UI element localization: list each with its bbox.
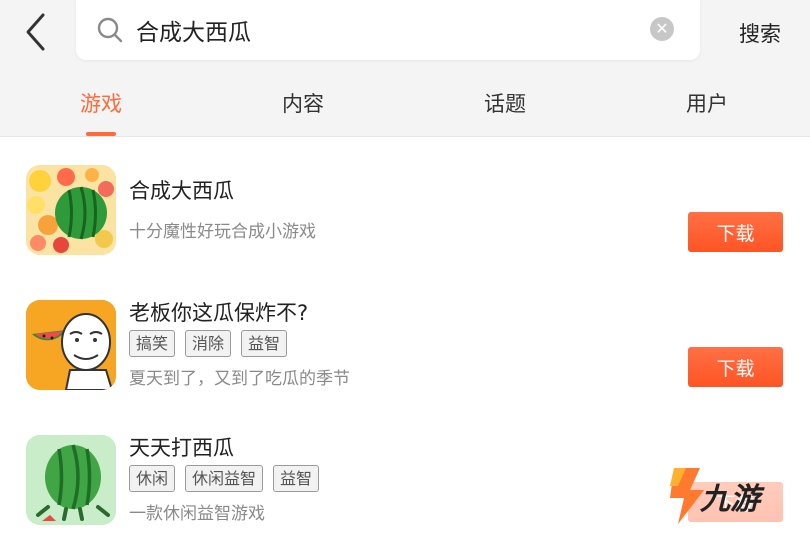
- app-icon-melon-meme[interactable]: [26, 300, 116, 390]
- search-input[interactable]: [136, 13, 636, 47]
- app-title[interactable]: 天天打西瓜: [129, 432, 234, 462]
- top-bar: ✕ 搜索: [0, 0, 810, 68]
- search-box[interactable]: ✕: [76, 0, 700, 60]
- chevron-left-icon: [26, 13, 45, 51]
- app-title[interactable]: 老板你这瓜保炸不?: [129, 297, 308, 327]
- list-item[interactable]: 老板你这瓜保炸不? 搞笑 消除 益智 夏天到了，又到了吃瓜的季节 下载: [0, 272, 810, 402]
- category-tabs: 游戏 内容 话题 用户: [0, 68, 810, 137]
- watermark-text: 九游: [700, 482, 760, 517]
- tag[interactable]: 益智: [273, 465, 320, 492]
- tag[interactable]: 消除: [185, 330, 232, 357]
- search-icon: [97, 17, 123, 43]
- app-description: 一款休闲益智游戏: [129, 504, 265, 524]
- tag[interactable]: 益智: [241, 330, 288, 357]
- tab-topics[interactable]: 话题: [454, 68, 556, 136]
- meme-face-icon: [26, 300, 116, 390]
- tab-games[interactable]: 游戏: [50, 68, 152, 136]
- tag-list: 休闲 休闲益智 益智: [129, 465, 329, 493]
- download-button[interactable]: 下载: [688, 347, 783, 387]
- app-icon-watermelon-merge[interactable]: [26, 165, 116, 255]
- search-button[interactable]: 搜索: [739, 18, 781, 48]
- close-icon: ✕: [655, 19, 669, 38]
- tab-label: 用户: [686, 92, 728, 116]
- tab-label: 游戏: [80, 92, 122, 116]
- clear-search-button[interactable]: ✕: [650, 17, 674, 41]
- tab-content[interactable]: 内容: [252, 68, 354, 136]
- app-icon-hit-watermelon[interactable]: [26, 435, 116, 525]
- app-description: 十分魔性好玩合成小游戏: [129, 222, 316, 242]
- back-button[interactable]: [18, 12, 58, 52]
- watermark-logo: 九游: [660, 464, 800, 528]
- tag[interactable]: 休闲益智: [185, 465, 264, 492]
- list-item[interactable]: 合成大西瓜 十分魔性好玩合成小游戏 下载: [0, 137, 810, 267]
- tag[interactable]: 休闲: [129, 465, 176, 492]
- watermelon-icon: [26, 435, 116, 525]
- active-tab-indicator: [86, 132, 116, 136]
- app-title[interactable]: 合成大西瓜: [129, 175, 234, 205]
- fruit-icon: [26, 165, 116, 255]
- download-button[interactable]: 下载: [688, 212, 783, 252]
- tab-label: 内容: [282, 92, 324, 116]
- tab-users[interactable]: 用户: [656, 68, 758, 136]
- app-description: 夏天到了，又到了吃瓜的季节: [129, 369, 350, 389]
- tab-label: 话题: [484, 92, 526, 116]
- tag[interactable]: 搞笑: [129, 330, 176, 357]
- tag-list: 搞笑 消除 益智: [129, 330, 297, 358]
